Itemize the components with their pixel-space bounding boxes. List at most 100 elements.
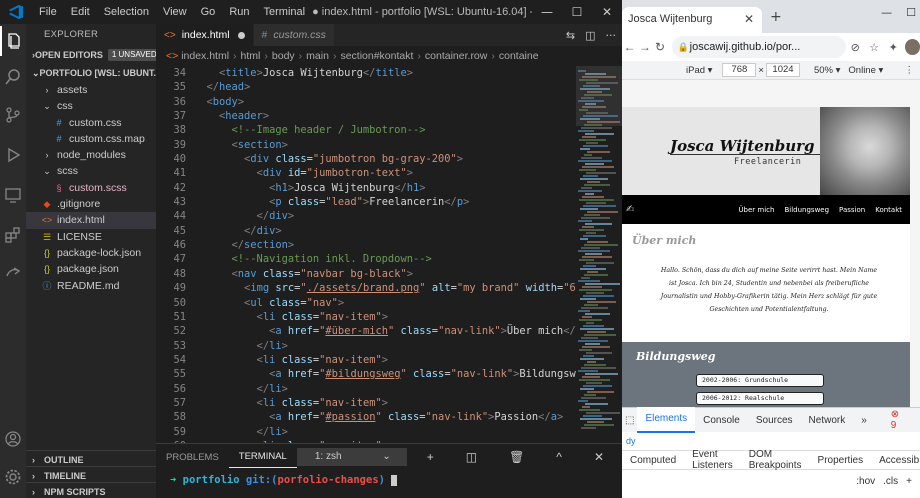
menu-run[interactable]: Run — [222, 6, 256, 18]
browser-tab[interactable]: Josca Wijtenburg ✕ — [622, 7, 762, 33]
code-line[interactable]: 36 <body> — [156, 95, 576, 109]
code-line[interactable]: 49 <img src="./assets/brand.png" alt="my… — [156, 281, 576, 295]
explorer-icon[interactable] — [0, 26, 26, 56]
more-tabs-icon[interactable]: » — [853, 415, 875, 426]
tab-custom-css[interactable]: # custom.css — [253, 24, 335, 46]
viewport-height-input[interactable]: 1024 — [765, 63, 800, 77]
settings-gear-icon[interactable] — [0, 462, 26, 492]
code-line[interactable]: 37 <header> — [156, 109, 576, 123]
tab-index-html[interactable]: <> index.html — [156, 24, 254, 46]
lock-icon[interactable]: 🔒 — [678, 36, 689, 58]
split-editor-icon[interactable]: ◫ — [585, 29, 595, 42]
nav-link-passion[interactable]: Passion — [839, 206, 865, 214]
tree-item[interactable]: § custom.scss — [26, 180, 156, 196]
tab-accessibility[interactable]: Accessib — [871, 455, 920, 466]
nav-link-bildungsweg[interactable]: Bildungsweg — [784, 206, 829, 214]
terminal-select[interactable]: 1: zsh ⌄ — [296, 448, 407, 466]
zoom-select[interactable]: 50% ▾ — [814, 65, 840, 76]
tab-properties[interactable]: Properties — [810, 455, 872, 466]
reload-icon[interactable]: ↻ — [652, 40, 667, 54]
maximize-button[interactable]: ☐ — [906, 6, 916, 19]
more-actions-icon[interactable]: ··· — [606, 29, 617, 42]
avatar[interactable] — [904, 39, 920, 55]
tree-item[interactable]: ⓘ README.md — [26, 278, 156, 294]
menu-go[interactable]: Go — [194, 6, 223, 18]
tree-item[interactable]: ⌄ scss — [26, 163, 156, 179]
maximize-panel-icon[interactable]: ^ — [546, 450, 572, 464]
extensions-icon[interactable] — [0, 220, 26, 250]
maximize-button[interactable]: ☐ — [562, 5, 592, 19]
remote-explorer-icon[interactable] — [0, 180, 26, 210]
code-line[interactable]: 50 <ul class="nav"> — [156, 296, 576, 310]
live-share-icon[interactable] — [0, 258, 26, 288]
breadcrumb-item[interactable]: main — [306, 50, 329, 62]
tree-item[interactable]: › node_modules — [26, 147, 156, 163]
tab-problems[interactable]: PROBLEMS — [156, 452, 229, 463]
inspect-icon[interactable]: ⬚ — [622, 415, 637, 426]
breadcrumb-item[interactable]: container.row — [425, 50, 487, 62]
code-line[interactable]: 53 </li> — [156, 339, 576, 353]
menu-selection[interactable]: Selection — [97, 6, 156, 18]
code-line[interactable]: 54 <li class="nav-item"> — [156, 353, 576, 367]
code-line[interactable]: 34 <title>Josca Wijtenburg</title> — [156, 66, 576, 80]
hide-icon[interactable]: ⊘ — [846, 41, 865, 54]
split-terminal-icon[interactable]: ◫ — [456, 450, 487, 464]
device-select[interactable]: iPad ▾ — [686, 65, 712, 76]
code-line[interactable]: 35 </head> — [156, 80, 576, 94]
tab-sources[interactable]: Sources — [748, 415, 801, 426]
open-changes-icon[interactable]: ⇆ — [566, 29, 575, 42]
hov-toggle[interactable]: :hov — [856, 476, 875, 487]
breadcrumb-item[interactable]: section#kontakt — [340, 50, 413, 62]
menu-view[interactable]: View — [156, 6, 194, 18]
tree-item[interactable]: # custom.css.map — [26, 131, 156, 147]
code-editor[interactable]: 34 <title>Josca Wijtenburg</title> 35 </h… — [156, 66, 576, 460]
tab-event-listeners[interactable]: Event Listeners — [684, 449, 741, 471]
back-icon[interactable]: ← — [622, 40, 637, 54]
code-line[interactable]: 44 </div> — [156, 209, 576, 223]
network-select[interactable]: Online ▾ — [848, 65, 883, 76]
code-line[interactable]: 40 <div class="jumbotron bg-gray-200"> — [156, 152, 576, 166]
tree-item[interactable]: <> index.html — [26, 212, 156, 229]
code-line[interactable]: 48 <nav class="navbar bg-black"> — [156, 267, 576, 281]
code-line[interactable]: 39 <section> — [156, 138, 576, 152]
viewport-width-input[interactable]: 768 — [722, 63, 757, 77]
tab-elements[interactable]: Elements — [637, 407, 696, 433]
code-line[interactable]: 45 </div> — [156, 224, 576, 238]
close-tab-icon[interactable]: ✕ — [744, 7, 754, 31]
tab-computed[interactable]: Computed — [622, 455, 684, 466]
more-icon[interactable]: ⋮ — [905, 65, 920, 76]
code-line[interactable]: 38 <!--Image header / Jumbotron--> — [156, 123, 576, 137]
tab-dom-breakpoints[interactable]: DOM Breakpoints — [741, 449, 810, 471]
devtools-settings-icon[interactable]: ⚙ — [915, 415, 920, 426]
unsaved-dot-icon[interactable] — [237, 31, 245, 39]
tree-item[interactable]: ◆ .gitignore — [26, 196, 156, 212]
breadcrumb-item[interactable]: containe — [499, 50, 539, 62]
new-rule-button[interactable]: + — [906, 476, 912, 487]
code-line[interactable]: 59 </li> — [156, 425, 576, 439]
bookmark-star-icon[interactable]: ☆ — [865, 41, 884, 54]
account-icon[interactable] — [0, 424, 26, 454]
tree-item[interactable]: ⌄ css — [26, 98, 156, 114]
code-line[interactable]: 41 <div id="jumbotron-text"> — [156, 166, 576, 180]
error-count[interactable]: ⊗ 9 — [875, 409, 915, 431]
code-line[interactable]: 52 <a href="#über-mich" class="nav-link"… — [156, 324, 576, 338]
project-section[interactable]: ⌄ PORTFOLIO [WSL: UBUNT... — [26, 64, 156, 82]
tree-item[interactable]: {} package-lock.json — [26, 245, 156, 261]
new-terminal-icon[interactable]: + — [417, 450, 444, 464]
code-line[interactable]: 58 <a href="#passion" class="nav-link">P… — [156, 410, 576, 424]
cls-toggle[interactable]: .cls — [883, 476, 898, 487]
tree-item[interactable]: ☰ LICENSE — [26, 229, 156, 245]
code-line[interactable]: 57 <li class="nav-item"> — [156, 396, 576, 410]
open-editors-section[interactable]: › OPEN EDITORS 1 UNSAVED — [26, 46, 156, 64]
tab-terminal[interactable]: TERMINAL — [228, 447, 297, 468]
tree-item[interactable]: › assets — [26, 82, 156, 98]
tree-item[interactable]: {} package.json — [26, 261, 156, 277]
menu-edit[interactable]: Edit — [64, 6, 97, 18]
address-bar[interactable]: 🔒 joscawij.github.io/por... — [671, 36, 846, 58]
tab-network[interactable]: Network — [801, 415, 854, 426]
new-tab-icon[interactable]: + — [770, 9, 782, 25]
source-control-icon[interactable] — [0, 100, 26, 130]
code-line[interactable]: 46 </section> — [156, 238, 576, 252]
menu-file[interactable]: File — [32, 6, 64, 18]
menu-terminal[interactable]: Terminal — [257, 6, 313, 18]
